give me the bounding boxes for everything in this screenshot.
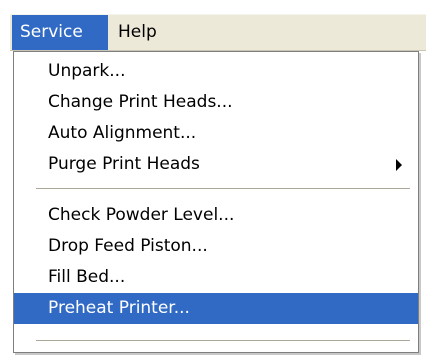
menu-item-change-print-heads[interactable]: Change Print Heads... — [14, 87, 418, 118]
menu-item-unpark[interactable]: Unpark... — [14, 56, 418, 87]
submenu-arrow-icon — [396, 159, 402, 171]
menu-item-drop-feed-piston[interactable]: Drop Feed Piston... — [14, 231, 418, 262]
menu-item-preheat-printer[interactable]: Preheat Printer... — [14, 293, 418, 324]
menu-item-label: Auto Alignment... — [48, 123, 197, 143]
menu-item-label: Drop Feed Piston... — [48, 236, 208, 256]
menu-separator — [36, 188, 410, 190]
menu-item-label: Purge Print Heads — [48, 154, 200, 174]
application-window: Service Help Unpark... Change Print Head… — [0, 0, 432, 360]
menu-item-fill-bed[interactable]: Fill Bed... — [14, 262, 418, 293]
menu-item-check-powder-level[interactable]: Check Powder Level... — [14, 200, 418, 231]
menu-item-label: Fill Bed... — [48, 267, 126, 287]
menu-item-label: Check Powder Level... — [48, 205, 235, 225]
menu-item-label: Unpark... — [48, 61, 126, 81]
menu-item-auto-alignment[interactable]: Auto Alignment... — [14, 118, 418, 149]
menu-bar: Service Help — [10, 14, 426, 51]
menu-service[interactable]: Service — [12, 15, 108, 50]
menu-item-label: Preheat Printer... — [48, 298, 190, 318]
menu-separator — [36, 340, 410, 342]
menu-help[interactable]: Help — [110, 15, 174, 50]
menu-item-purge-print-heads[interactable]: Purge Print Heads — [14, 149, 418, 180]
service-dropdown-menu: Unpark... Change Print Heads... Auto Ali… — [13, 51, 419, 353]
menu-item-label: Change Print Heads... — [48, 92, 233, 112]
